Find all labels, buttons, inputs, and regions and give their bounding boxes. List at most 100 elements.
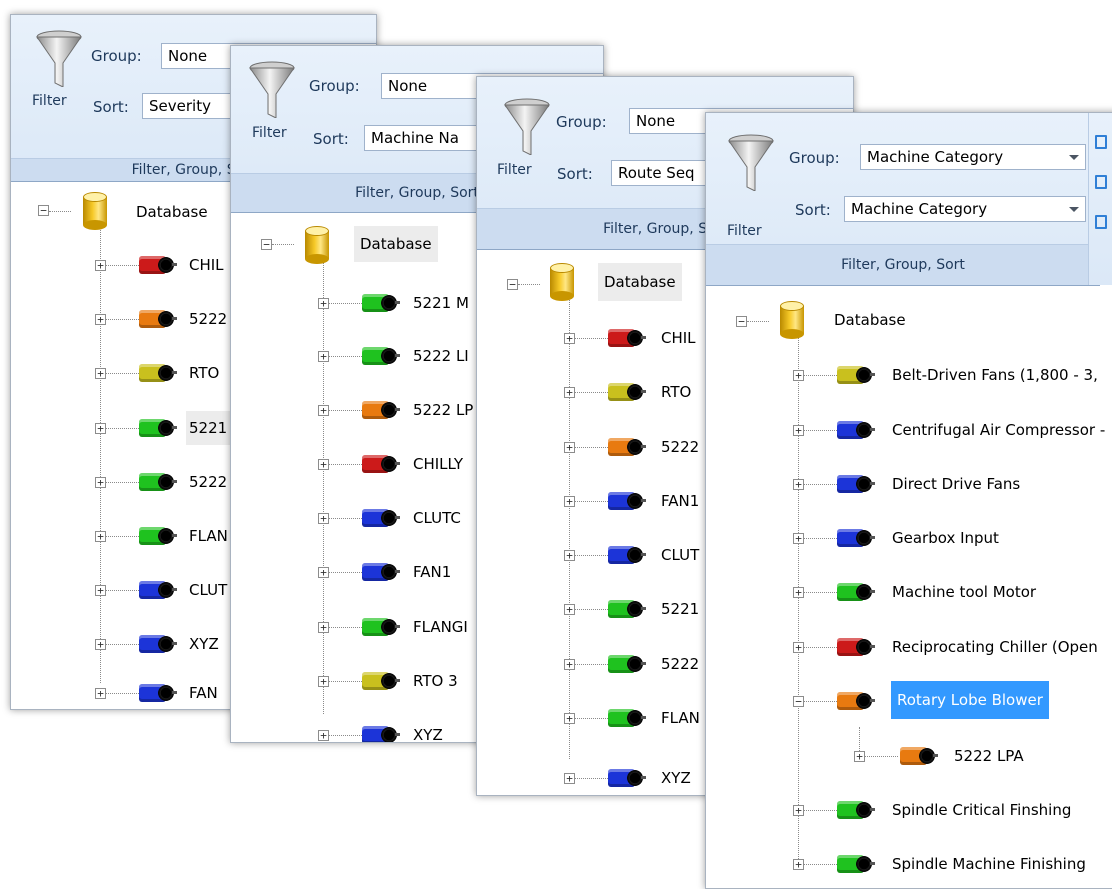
collapse-all-tool-icon[interactable] [1095,215,1107,229]
database-node-label[interactable]: Database [132,201,212,223]
tree-node-label[interactable]: Reciprocating Chiller (Open [889,636,1101,658]
tree-node-label[interactable]: FLANGI [410,616,471,638]
machine-icon [139,254,177,276]
expand-toggle[interactable]: + [793,533,804,544]
collapse-toggle[interactable]: − [793,696,804,707]
expand-toggle[interactable]: + [564,713,575,724]
tree-node-label[interactable]: FLAN [658,707,703,729]
chevron-down-icon[interactable] [1069,207,1079,212]
tree-node-label[interactable]: 5222 [658,436,702,458]
expand-toggle[interactable]: + [318,567,329,578]
expand-toggle[interactable]: + [564,659,575,670]
sort-dropdown[interactable]: Machine Category [844,196,1086,222]
expand-toggle[interactable]: + [95,639,106,650]
tree-node-label[interactable]: CHIL [658,327,699,349]
tree-node-label[interactable]: RTO 3 [410,670,461,692]
tree-node-label[interactable]: RTO [186,362,222,384]
tree-node-label-selected[interactable]: Rotary Lobe Blower [891,681,1049,719]
expand-toggle[interactable]: + [318,676,329,687]
tree-node-label[interactable]: 5221 [658,598,702,620]
chevron-down-icon[interactable] [1069,155,1079,160]
expand-toggle[interactable]: + [564,773,575,784]
expand-toggle[interactable]: + [95,260,106,271]
expand-toggle[interactable]: + [564,550,575,561]
tree-node-label[interactable]: FLAN [186,525,231,547]
tree-node-label[interactable]: Belt-Driven Fans (1,800 - 3, [889,364,1101,386]
expand-toggle[interactable]: + [793,425,804,436]
expand-toggle[interactable]: + [95,314,106,325]
expand-toggle[interactable]: + [564,496,575,507]
filter-funnel-icon[interactable] [503,97,551,159]
expand-all-tool-icon[interactable] [1095,175,1107,189]
machine-icon [608,767,646,789]
tree-node-label[interactable]: 5221 [186,411,231,445]
tree-node-label[interactable]: 5222 [658,653,702,675]
tree-node-label[interactable]: Gearbox Input [889,527,1002,549]
tree-node-label[interactable]: Spindle Critical Finshing [889,799,1074,821]
expand-toggle[interactable]: + [95,368,106,379]
database-node-label[interactable]: Database [830,309,910,331]
expand-toggle[interactable]: + [564,387,575,398]
collapse-toggle[interactable]: − [507,279,518,290]
database-node-label[interactable]: Database [354,226,438,262]
machine-icon [139,633,177,655]
group-dropdown[interactable]: Machine Category [860,144,1086,170]
filter-funnel-icon[interactable] [248,60,296,122]
tree-node-label[interactable]: XYZ [658,767,694,789]
machine-icon [837,473,875,495]
tree-node-label[interactable]: Direct Drive Fans [889,473,1023,495]
expand-toggle[interactable]: + [854,751,865,762]
tree-node-label[interactable]: CHIL [186,254,227,276]
expand-toggle[interactable]: + [318,622,329,633]
tree-node-label[interactable]: RTO [658,381,694,403]
expand-toggle[interactable]: + [95,531,106,542]
expand-toggle[interactable]: + [95,477,106,488]
filter-funnel-icon[interactable] [727,133,775,195]
collapse-toggle[interactable]: − [261,239,272,250]
sort-label: Sort: [795,201,831,219]
expand-toggle[interactable]: + [318,459,329,470]
tree-node-label[interactable]: XYZ [410,724,446,742]
expand-toggle[interactable]: + [95,688,106,699]
tree-node-label[interactable]: CLUT [658,544,702,566]
tree-node-label[interactable]: 5222 [186,308,230,330]
tree-node-label[interactable]: CLUT [186,579,230,601]
expand-toggle[interactable]: + [564,604,575,615]
expand-toggle[interactable]: + [793,479,804,490]
tree-node-label[interactable]: Machine tool Motor [889,581,1039,603]
tree-node-label[interactable]: Centrifugal Air Compressor - [889,419,1108,441]
expand-toggle[interactable]: + [318,351,329,362]
expand-toggle[interactable]: + [793,805,804,816]
expand-toggle[interactable]: + [793,642,804,653]
expand-toggle[interactable]: + [564,442,575,453]
group-label: Group: [91,47,142,65]
collapse-toggle[interactable]: − [736,316,747,327]
tree-node-label[interactable]: FAN1 [658,490,702,512]
tree-node-label[interactable]: 5222 LI [410,345,472,367]
expand-toggle[interactable]: + [318,405,329,416]
machine-icon [362,670,400,692]
expand-toggle[interactable]: + [793,859,804,870]
tree-node-label[interactable]: CLUTC [410,507,464,529]
tree-node-label[interactable]: FAN [186,682,221,704]
collapse-toggle[interactable]: − [38,205,49,216]
expand-toggle[interactable]: + [793,370,804,381]
tree-node-label[interactable]: 5222 [186,471,230,493]
tree-node-label[interactable]: XYZ [186,633,222,655]
filter-funnel-icon[interactable] [35,29,83,91]
expand-toggle[interactable]: + [95,423,106,434]
expand-toggle[interactable]: + [318,298,329,309]
expand-toggle[interactable]: + [564,333,575,344]
expand-toggle[interactable]: + [793,587,804,598]
tree-node-label[interactable]: CHILLY [410,453,466,475]
copy-tool-icon[interactable] [1095,135,1107,149]
tree-node-label[interactable]: 5222 LPA [951,745,1027,767]
ribbon-section-label: Filter, Group, Sort [706,244,1100,285]
database-node-label[interactable]: Database [598,263,682,301]
tree-node-label[interactable]: FAN1 [410,561,454,583]
tree-node-label[interactable]: 5221 M [410,292,472,314]
expand-toggle[interactable]: + [318,730,329,741]
expand-toggle[interactable]: + [318,513,329,524]
tree-node-label[interactable]: 5222 LP [410,399,476,421]
expand-toggle[interactable]: + [95,585,106,596]
